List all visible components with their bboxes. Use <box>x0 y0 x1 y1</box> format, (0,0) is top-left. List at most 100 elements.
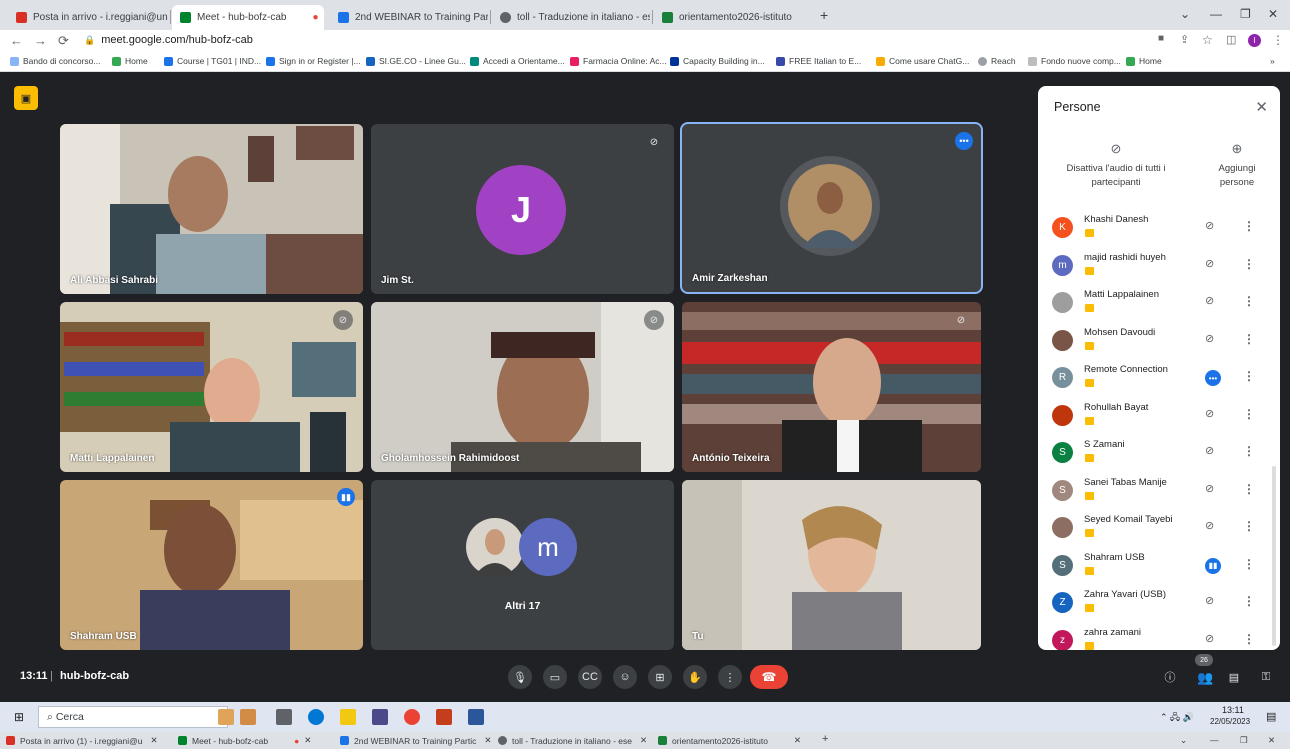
tab-translation[interactable]: toll - Traduzione in italiano - ese✕ <box>498 735 647 746</box>
participant-row[interactable]: Seyed Komail Tayebi ⊘ ⋮ <box>1038 510 1280 547</box>
participant-menu-icon[interactable]: ⋮ <box>1243 519 1255 533</box>
participant-menu-icon[interactable]: ⋮ <box>1243 294 1255 308</box>
tab-translation[interactable]: toll - Traduzione in italiano - ese✕ <box>492 6 650 28</box>
meeting-info-icon[interactable]: ⓘ <box>1158 665 1182 689</box>
bookmark[interactable]: FREE Italian to E... <box>776 56 861 66</box>
participant-row[interactable]: z zahra zamani ⊘ ⋮ <box>1038 623 1280 650</box>
maximize-button[interactable]: ❐ <box>1240 7 1251 21</box>
mic-off-icon[interactable]: ⊘ <box>1205 219 1214 232</box>
share-icon[interactable]: ⇪ <box>1180 33 1189 46</box>
participant-menu-icon[interactable]: ⋮ <box>1243 557 1255 571</box>
powerpoint-icon[interactable] <box>436 709 452 725</box>
widget-icon[interactable] <box>240 709 256 725</box>
minimize-button[interactable]: — <box>1210 735 1219 745</box>
maximize-button[interactable]: ❐ <box>1240 735 1248 746</box>
host-controls-icon[interactable]: ▣ <box>14 86 38 110</box>
tab-meet[interactable]: Meet - hub-bofz-cab ●✕ <box>172 5 324 30</box>
emoji-button[interactable]: ☺ <box>613 665 637 689</box>
mic-off-icon[interactable]: ⊘ <box>1205 519 1214 532</box>
participant-menu-icon[interactable]: ⋮ <box>1243 407 1255 421</box>
participant-tile[interactable]: ⊘ Gholamhossein Rahimidoost <box>371 302 674 472</box>
word-icon[interactable] <box>468 709 484 725</box>
edge-icon[interactable] <box>308 709 324 725</box>
participant-row[interactable]: S Sanei Tabas Manije ⊘ ⋮ <box>1038 473 1280 510</box>
participant-tile[interactable]: ⊘ Matti Lappalainen <box>60 302 363 472</box>
bookmark[interactable]: Home <box>1126 56 1162 66</box>
more-bookmarks-icon[interactable]: » <box>1270 56 1275 66</box>
participant-row[interactable]: Mohsen Davoudi ⊘ ⋮ <box>1038 323 1280 360</box>
url-field[interactable]: 🔒 meet.google.com/hub-bofz-cab <box>84 34 253 46</box>
self-tile[interactable]: Tu <box>682 480 981 650</box>
bookmark[interactable]: Sign in or Register |... <box>266 56 361 66</box>
chat-icon[interactable]: ▤ <box>1222 665 1246 689</box>
mic-off-icon[interactable]: ⊘ <box>1205 407 1214 420</box>
chrome-icon[interactable] <box>404 709 420 725</box>
close-window-button[interactable]: ✕ <box>1268 7 1278 21</box>
bookmark[interactable]: Capacity Building in... <box>670 56 765 66</box>
close-panel-icon[interactable]: ✕ <box>1255 98 1268 116</box>
bookmark[interactable]: Home <box>112 56 148 66</box>
windows-start-icon[interactable]: ⊞ <box>14 710 24 724</box>
tab-search-icon[interactable]: ⌄ <box>1180 735 1187 746</box>
back-button[interactable]: ← <box>10 33 23 48</box>
leave-call-button[interactable]: ☎ <box>750 665 788 689</box>
tab-search-icon[interactable]: ⌄ <box>1180 7 1190 21</box>
speaking-indicator-icon[interactable]: ▮▮ <box>1205 557 1221 574</box>
bookmark[interactable]: Come usare ChatG... <box>876 56 969 66</box>
participant-tile[interactable]: ⊘ António Teixeira <box>682 302 981 472</box>
captions-button[interactable]: CC <box>578 665 602 689</box>
participant-menu-icon[interactable]: ⋮ <box>1243 482 1255 496</box>
mic-off-icon[interactable]: ⊘ <box>1205 482 1214 495</box>
scrollbar[interactable] <box>1272 466 1276 646</box>
bookmark[interactable]: Farmacia Online: Ac... <box>570 56 667 66</box>
star-icon[interactable]: ☆ <box>1202 33 1213 47</box>
widget-icon[interactable] <box>218 709 234 725</box>
participant-tile[interactable]: Ali Abbasi Sahrabi <box>60 124 363 294</box>
participant-menu-icon[interactable]: ⋮ <box>1243 594 1255 608</box>
bookmark[interactable]: SI.GE.CO - Linee Gu... <box>366 56 466 66</box>
participant-tile[interactable]: J ⊘ Jim St. <box>371 124 674 294</box>
minimize-button[interactable]: — <box>1210 7 1222 21</box>
mic-off-icon[interactable]: ⊘ <box>1205 594 1214 607</box>
bookmark[interactable]: Reach <box>978 56 1016 66</box>
more-options-icon[interactable]: ••• <box>1205 370 1221 386</box>
tab-orientamento[interactable]: orientamento2026-istituto✕ <box>654 6 814 28</box>
new-tab-button[interactable]: + <box>820 7 828 23</box>
new-tab-button[interactable]: + <box>822 733 828 745</box>
tab-orientamento[interactable]: orientamento2026-istituto✕ <box>658 735 801 746</box>
bookmark[interactable]: Accedi a Orientame... <box>470 56 565 66</box>
participant-row[interactable]: K Khashi Danesh ⊘ ⋮ <box>1038 210 1280 247</box>
participant-menu-icon[interactable]: ⋮ <box>1243 369 1255 383</box>
participant-tile[interactable]: ▮▮ Shahram USB <box>60 480 363 650</box>
bookmark[interactable]: Course | TG01 | IND... <box>164 56 261 66</box>
tray-clock[interactable]: 13:11 <box>1222 705 1244 715</box>
participant-menu-icon[interactable]: ⋮ <box>1243 257 1255 271</box>
more-options-button[interactable]: ⋮ <box>718 665 742 689</box>
participant-menu-icon[interactable]: ⋮ <box>1243 332 1255 346</box>
participant-row[interactable]: Matti Lappalainen ⊘ ⋮ <box>1038 285 1280 322</box>
bookmark[interactable]: Fondo nuove comp... <box>1028 56 1121 66</box>
notifications-icon[interactable]: ▤ <box>1266 710 1276 723</box>
participant-row[interactable]: Z Zahra Yavari (USB) ⊘ ⋮ <box>1038 585 1280 622</box>
file-explorer-icon[interactable] <box>340 709 356 725</box>
activities-icon[interactable]: ⚿ <box>1254 665 1278 689</box>
close-window-button[interactable]: ✕ <box>1268 735 1275 746</box>
participant-row[interactable]: R Remote Connection ••• ⋮ <box>1038 360 1280 397</box>
taskbar-search[interactable]: ⌕ Cerca <box>38 706 228 728</box>
camera-indicator-icon[interactable]: ■ <box>1158 33 1164 44</box>
add-people-button[interactable]: ⊕ Aggiungi persone <box>1208 142 1266 190</box>
camera-button[interactable]: ▭ <box>543 665 567 689</box>
menu-icon[interactable]: ⋮ <box>1272 33 1284 47</box>
participant-row[interactable]: Rohullah Bayat ⊘ ⋮ <box>1038 398 1280 435</box>
participant-row[interactable]: m majid rashidi huyeh ⊘ ⋮ <box>1038 248 1280 285</box>
mic-off-icon[interactable]: ⊘ <box>1205 294 1214 307</box>
profile-avatar[interactable]: I <box>1248 34 1261 47</box>
raise-hand-button[interactable]: ✋ <box>683 665 707 689</box>
mic-off-icon[interactable]: ⊘ <box>1205 332 1214 345</box>
others-tile[interactable]: m Altri 17 <box>371 480 674 650</box>
forward-button[interactable]: → <box>34 33 47 48</box>
tab-webinar[interactable]: 2nd WEBINAR to Training Partic✕ <box>330 6 488 28</box>
bookmark[interactable]: Bando di concorso... <box>10 56 101 66</box>
tab-meet[interactable]: Meet - hub-bofz-cab ● ✕ <box>178 735 311 746</box>
sidepanel-icon[interactable]: ◫ <box>1226 33 1236 46</box>
